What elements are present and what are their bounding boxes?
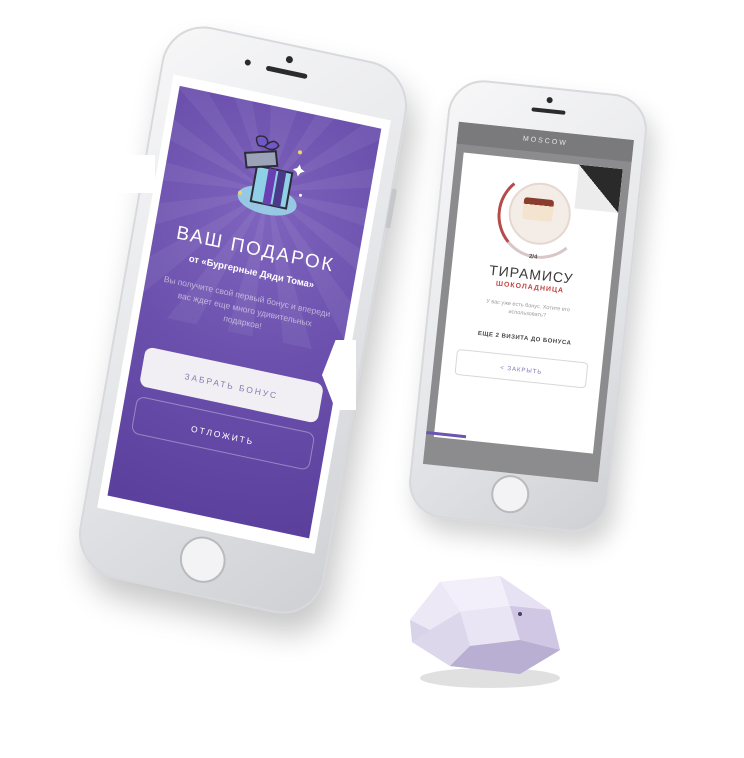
proximity-sensor bbox=[244, 58, 252, 67]
primary-screen: ВАШ ПОДАРОК от «Бургерные Дяди Тома» Вы … bbox=[97, 74, 391, 554]
earpiece-speaker bbox=[531, 107, 566, 115]
gift-promo-card: ВАШ ПОДАРОК от «Бургерные Дяди Тома» Вы … bbox=[107, 85, 382, 539]
home-button[interactable] bbox=[489, 473, 532, 516]
product-scene: MOSCOW 2/4 ТИРАМИСУ ШОКОЛАДНИЦА У вас уж… bbox=[0, 0, 744, 758]
front-camera bbox=[546, 96, 553, 104]
beacon-device bbox=[410, 576, 560, 688]
card-description: У вас уже есть бонус. Хотите его использ… bbox=[485, 298, 571, 319]
home-button[interactable] bbox=[176, 532, 230, 588]
primary-phone: ВАШ ПОДАРОК от «Бургерные Дяди Тома» Вы … bbox=[72, 18, 414, 622]
secondary-phone: MOSCOW 2/4 ТИРАМИСУ ШОКОЛАДНИЦА У вас уж… bbox=[405, 76, 651, 536]
overlay-block bbox=[111, 155, 155, 193]
visits-remaining: ЕЩЕ 2 ВИЗИТА ДО БОНУСА bbox=[477, 330, 572, 347]
close-button[interactable]: < ЗАКРЫТЬ bbox=[454, 348, 589, 389]
cake-icon bbox=[522, 197, 555, 223]
secondary-screen: MOSCOW 2/4 ТИРАМИСУ ШОКОЛАДНИЦА У вас уж… bbox=[422, 121, 634, 483]
reward-card: 2/4 ТИРАМИСУ ШОКОЛАДНИЦА У вас уже есть … bbox=[433, 152, 623, 454]
earpiece-speaker bbox=[265, 65, 308, 80]
side-button[interactable] bbox=[385, 188, 398, 229]
front-camera bbox=[285, 55, 294, 64]
